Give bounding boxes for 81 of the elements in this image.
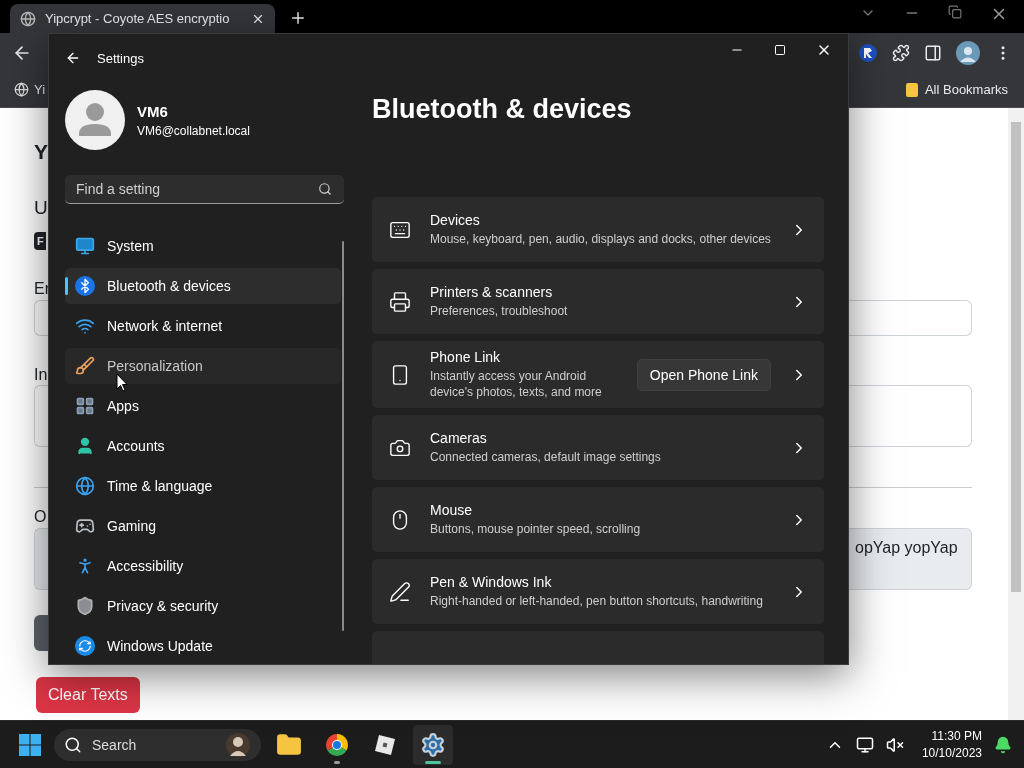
new-tab-icon[interactable] bbox=[289, 9, 307, 27]
search-field[interactable]: Find a setting bbox=[65, 175, 344, 204]
input-textarea[interactable] bbox=[34, 385, 48, 447]
wifi-icon bbox=[75, 316, 95, 336]
maximize-icon[interactable] bbox=[774, 44, 786, 56]
user-name: VM6 bbox=[137, 102, 168, 120]
window-title: Settings bbox=[97, 50, 144, 66]
browser-tab[interactable]: Yipcrypt - Coyote AES encryptio bbox=[10, 4, 275, 33]
scrollbar[interactable] bbox=[1008, 108, 1024, 720]
globe-icon bbox=[14, 82, 29, 97]
mouse-cursor-icon bbox=[116, 373, 128, 392]
monitor-icon bbox=[75, 236, 95, 256]
text-field[interactable] bbox=[849, 300, 972, 336]
page-title: Bluetooth & devices bbox=[372, 94, 632, 125]
profile-avatar-icon[interactable] bbox=[956, 40, 980, 65]
nav-item[interactable]: Bluetooth & devices bbox=[65, 268, 341, 304]
selection-indicator bbox=[65, 277, 68, 295]
field-label: O bbox=[34, 508, 47, 526]
settings-card[interactable]: Cameras Connected cameras, default image settings bbox=[372, 415, 824, 480]
text-field[interactable] bbox=[34, 300, 48, 336]
network-icon[interactable] bbox=[855, 735, 874, 754]
input-textarea[interactable] bbox=[849, 385, 972, 447]
field-label: Er bbox=[34, 280, 50, 298]
bluetooth-icon bbox=[75, 276, 95, 296]
tab-title: Yipcrypt - Coyote AES encryptio bbox=[45, 11, 231, 26]
refresh-icon bbox=[75, 636, 95, 656]
start-icon[interactable] bbox=[18, 732, 42, 757]
nav-item[interactable]: Windows Update bbox=[65, 628, 341, 664]
settings-card[interactable]: Mouse Buttons, mouse pointer speed, scrolling bbox=[372, 487, 824, 552]
bookmark-folder-icon bbox=[904, 81, 919, 98]
search-icon bbox=[318, 182, 332, 196]
settings-card[interactable]: Printers & scanners Preferences, troubleshoot bbox=[372, 269, 824, 334]
nav-item[interactable]: Personalization bbox=[65, 348, 341, 384]
search-icon bbox=[64, 735, 82, 754]
taskbar-app[interactable] bbox=[413, 724, 453, 765]
scrollbar[interactable] bbox=[342, 241, 344, 631]
folder-icon bbox=[276, 731, 302, 758]
field-label: In bbox=[34, 366, 48, 384]
globe-icon bbox=[20, 10, 36, 27]
user-email: VM6@collabnet.local bbox=[137, 123, 250, 138]
app-grid-icon bbox=[75, 396, 95, 416]
settings-card[interactable]: Devices Mouse, keyboard, pen, audio, displays and docks, other devices bbox=[372, 197, 824, 262]
search-highlight-icon bbox=[225, 731, 251, 758]
puzzle-icon[interactable] bbox=[892, 43, 910, 62]
bell-icon[interactable] bbox=[994, 735, 1012, 754]
chrome-icon bbox=[325, 732, 349, 757]
taskbar-search[interactable]: Search bbox=[54, 728, 261, 761]
gear-icon bbox=[420, 731, 446, 758]
block-icon bbox=[374, 733, 396, 756]
nav-item[interactable]: System bbox=[65, 228, 341, 264]
clear-texts-button[interactable]: Clear Texts bbox=[36, 677, 140, 713]
page-heading: Y bbox=[34, 139, 48, 165]
bookmark-link[interactable]: Yi bbox=[34, 82, 46, 97]
gamepad-icon bbox=[75, 516, 95, 536]
side-panel-icon[interactable] bbox=[924, 43, 942, 62]
settings-card[interactable]: Pen & Windows Ink Right-handed or left-handed, pen button shortcuts, handwriting bbox=[372, 559, 824, 624]
bookmark-folder[interactable]: All Bookmarks bbox=[924, 82, 1008, 97]
printer-icon bbox=[389, 290, 411, 313]
globe-icon bbox=[75, 476, 95, 496]
volume-muted-icon[interactable] bbox=[885, 735, 904, 754]
nav-item[interactable]: Time & language bbox=[65, 468, 341, 504]
shield-icon bbox=[75, 596, 95, 616]
brush-icon bbox=[75, 356, 95, 376]
page-badge: F bbox=[34, 232, 46, 250]
nav-item[interactable]: Apps bbox=[65, 388, 341, 424]
page-button[interactable] bbox=[34, 615, 48, 651]
nav-item[interactable]: Accounts bbox=[65, 428, 341, 464]
taskbar-clock[interactable]: 11:30 PM 10/10/2023 bbox=[921, 729, 982, 760]
nav-item[interactable]: Privacy & security bbox=[65, 588, 341, 624]
person-icon bbox=[75, 436, 95, 456]
avatar-icon bbox=[65, 90, 125, 150]
nav-item[interactable]: Accessibility bbox=[65, 548, 341, 584]
settings-card[interactable]: Phone Link Instantly access your Android device's photos, texts, and more Open Phone Link bbox=[372, 341, 824, 408]
page-subheading: U bbox=[34, 196, 48, 220]
nav-item[interactable]: Network & internet bbox=[65, 308, 341, 344]
output-textarea[interactable]: opYap yopYap bbox=[849, 528, 972, 590]
nav-item[interactable]: Gaming bbox=[65, 508, 341, 544]
restore-icon[interactable] bbox=[948, 4, 962, 19]
open-phone-link-button[interactable]: Open Phone Link bbox=[636, 358, 771, 391]
extension-icon[interactable] bbox=[858, 42, 878, 63]
pen-icon bbox=[389, 580, 411, 603]
